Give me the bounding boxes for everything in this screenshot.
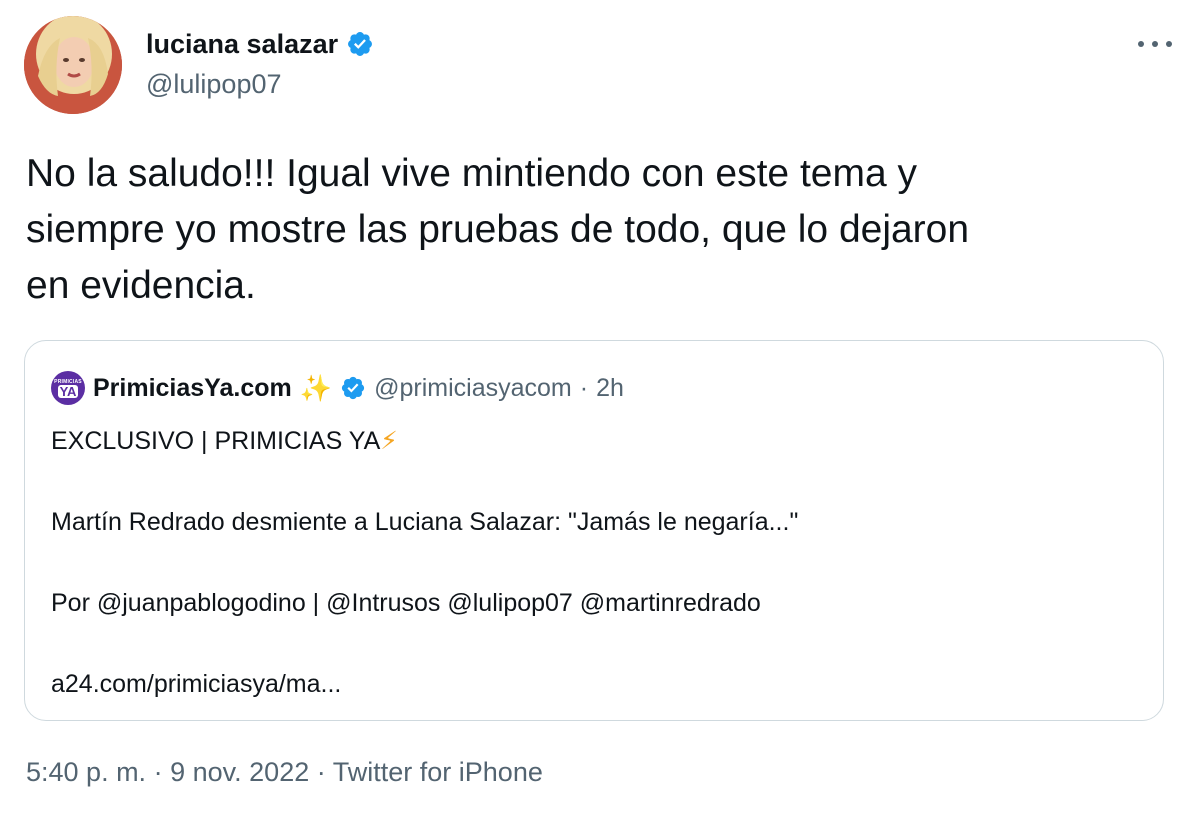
quoted-headline: EXCLUSIVO | PRIMICIAS YA bbox=[51, 427, 381, 455]
more-dot-icon bbox=[1166, 41, 1172, 47]
verified-badge-icon bbox=[348, 32, 373, 56]
tweet-source-link[interactable]: Twitter for iPhone bbox=[333, 757, 543, 787]
sparkles-icon: ✨ bbox=[299, 373, 333, 403]
tweet-time-link[interactable]: 5:40 p. m. bbox=[26, 757, 146, 787]
quoted-tweet-card[interactable]: PRIMICIAS YA PrimiciasYa.com ✨ @primicia… bbox=[24, 340, 1164, 721]
quoted-tweet-body: EXCLUSIVO | PRIMICIAS YA⚡ Martín Redrado… bbox=[51, 421, 1131, 704]
tweet-date-link[interactable]: 9 nov. 2022 bbox=[170, 757, 309, 787]
quoted-headline-line: EXCLUSIVO | PRIMICIAS YA⚡ bbox=[51, 421, 1131, 461]
footer-separator: · bbox=[153, 757, 163, 787]
author-display-name[interactable]: luciana salazar bbox=[146, 28, 338, 60]
profile-photo-icon bbox=[24, 16, 122, 114]
quoted-separator: · bbox=[579, 373, 589, 402]
footer-separator: · bbox=[316, 757, 326, 787]
more-dot-icon bbox=[1138, 41, 1144, 47]
quoted-author-handle[interactable]: @primiciasyacom bbox=[374, 374, 572, 403]
quoted-author-avatar[interactable]: PRIMICIAS YA bbox=[51, 371, 85, 405]
quoted-time[interactable]: 2h bbox=[596, 374, 624, 403]
author-info: luciana salazar @lulipop07 bbox=[146, 28, 374, 100]
quoted-logo-big-text: YA bbox=[57, 383, 79, 399]
author-avatar[interactable] bbox=[24, 16, 122, 114]
more-options-button[interactable] bbox=[1138, 34, 1172, 54]
quoted-credits: Por @juanpablogodino | @Intrusos @lulipo… bbox=[51, 589, 761, 617]
quoted-link: a24.com/primiciasya/ma... bbox=[51, 670, 342, 698]
author-handle[interactable]: @lulipop07 bbox=[146, 68, 374, 100]
more-dot-icon bbox=[1152, 41, 1158, 47]
tweet: luciana salazar @lulipop07 No la saludo!… bbox=[0, 0, 1200, 817]
verified-badge-icon bbox=[342, 376, 365, 400]
quoted-title: Martín Redrado desmiente a Luciana Salaz… bbox=[51, 508, 799, 536]
lightning-icon: ⚡ bbox=[380, 427, 398, 455]
tweet-footer: 5:40 p. m. · 9 nov. 2022 · Twitter for i… bbox=[26, 757, 543, 788]
author-name-row: luciana salazar bbox=[146, 28, 374, 60]
quoted-tweet-header: PRIMICIAS YA PrimiciasYa.com ✨ @primicia… bbox=[51, 371, 624, 405]
quoted-author-name[interactable]: PrimiciasYa.com bbox=[93, 374, 292, 403]
tweet-text: No la saludo!!! Igual vive mintiendo con… bbox=[26, 152, 970, 307]
